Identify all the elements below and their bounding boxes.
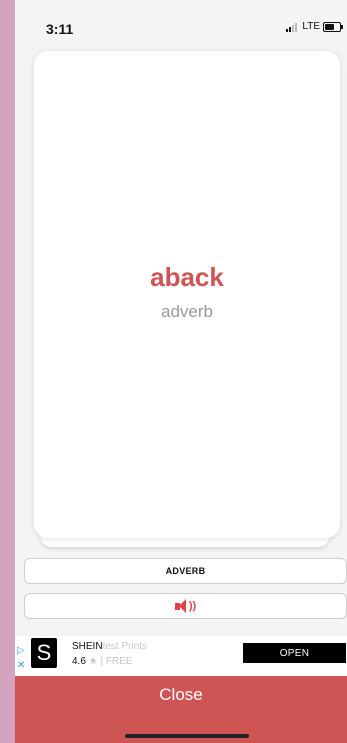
- ad-price: | FREE: [100, 656, 133, 667]
- ad-open-button[interactable]: OPEN: [243, 643, 346, 663]
- pronounce-button[interactable]: )): [24, 593, 347, 619]
- part-of-speech-button[interactable]: ADVERB: [24, 558, 347, 584]
- status-bar: 3:11 LTE: [15, 0, 347, 44]
- ad-banner[interactable]: ▷ ✕ S SHEINtest Prints 4.6 ★ | FREE OPEN: [15, 636, 347, 676]
- ad-close-icon[interactable]: ✕: [17, 660, 25, 671]
- close-button[interactable]: Close: [15, 676, 347, 743]
- flashcard[interactable]: aback adverb: [34, 51, 340, 538]
- ad-choices-icon[interactable]: ▷: [17, 646, 25, 656]
- ad-brand: SHEIN: [72, 641, 103, 652]
- shein-logo-icon: S: [31, 638, 57, 668]
- home-indicator[interactable]: [125, 734, 249, 738]
- phone-screen: 3:11 LTE aback adverb ADVERB )) ▷ ✕ S SH…: [15, 0, 347, 743]
- star-icon: ★: [88, 656, 98, 667]
- status-time: 3:11: [46, 21, 74, 37]
- flashcard-word: aback: [150, 262, 224, 292]
- speaker-icon: )): [174, 599, 196, 613]
- battery-icon: [323, 21, 343, 32]
- close-label: Close: [159, 685, 203, 704]
- ad-rating: 4.6 ★ | FREE: [72, 656, 132, 667]
- ad-tagline: test Prints: [102, 641, 148, 652]
- network-label: LTE: [302, 21, 320, 32]
- signal-icon: [286, 22, 298, 32]
- status-icons: LTE: [286, 21, 343, 32]
- ad-rating-value: 4.6: [72, 656, 86, 667]
- ad-title: SHEINtest Prints: [72, 641, 147, 652]
- flashcard-part-of-speech: adverb: [161, 302, 213, 321]
